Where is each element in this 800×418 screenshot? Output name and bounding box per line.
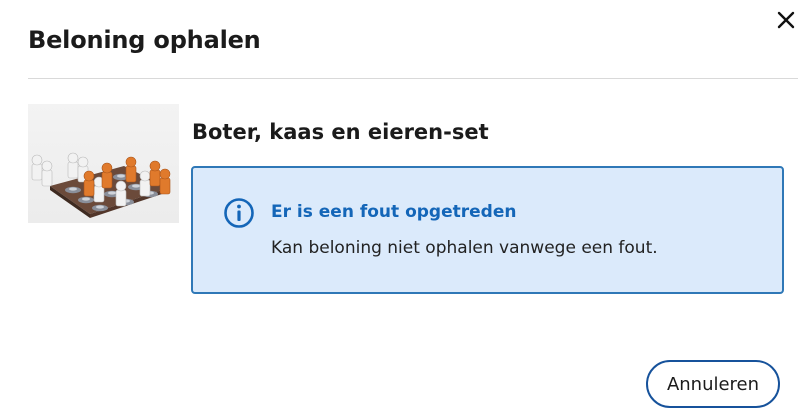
alert-message: Kan beloning niet ophalen vanwege een fo…: [271, 238, 658, 258]
alert-title: Er is een fout opgetreden: [271, 202, 517, 222]
dialog-title: Beloning ophalen: [28, 26, 261, 54]
product-image: [28, 104, 179, 223]
close-icon: [777, 11, 795, 29]
reward-dialog: Beloning ophalen Boter, kaas en eieren-s…: [0, 0, 800, 418]
close-button[interactable]: [772, 6, 800, 34]
product-name: Boter, kaas en eieren-set: [192, 120, 489, 144]
error-alert: Er is een fout opgetreden Kan beloning n…: [191, 166, 784, 294]
info-icon: [224, 198, 254, 228]
header-divider: [28, 78, 798, 79]
cancel-button[interactable]: Annuleren: [646, 360, 780, 408]
